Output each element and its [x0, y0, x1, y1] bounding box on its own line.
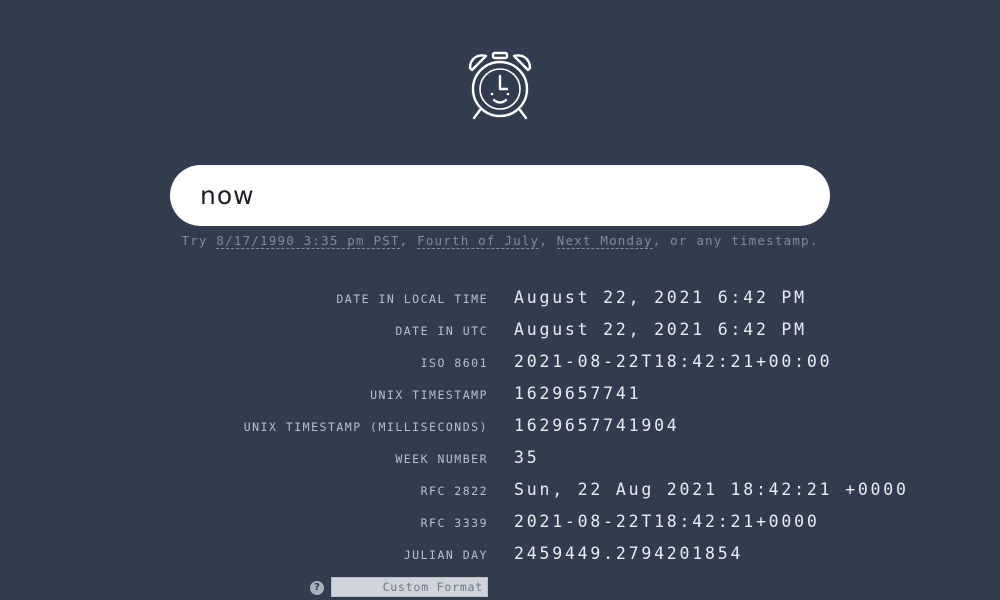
result-row-local-time: Date in local time August 22, 2021 6:42 … [0, 283, 1000, 315]
result-row-rfc-3339: RFC 3339 2021-08-22T18:42:21+0000 [0, 507, 1000, 539]
result-label: Unix Timestamp (milliseconds) [243, 420, 488, 434]
result-value[interactable]: August 22, 2021 6:42 PM [514, 288, 807, 307]
alarm-clock-logo-icon [468, 51, 532, 120]
result-label: Julian Day [403, 548, 488, 562]
result-value[interactable]: 1629657741904 [514, 416, 680, 435]
result-label: RFC 3339 [420, 516, 488, 530]
result-row-unix-timestamp-ms: Unix Timestamp (milliseconds) 1629657741… [0, 411, 1000, 443]
result-label: Date in UTC [395, 324, 488, 338]
result-row-iso-8601: ISO 8601 2021-08-22T18:42:21+00:00 [0, 347, 1000, 379]
example-link-next-monday[interactable]: Next Monday [556, 233, 653, 249]
result-label: Date in local time [336, 292, 488, 306]
result-value[interactable]: 2021-08-22T18:42:21+0000 [514, 512, 820, 531]
result-value[interactable]: 2459449.2794201854 [514, 544, 743, 563]
result-row-utc: Date in UTC August 22, 2021 6:42 PM [0, 315, 1000, 347]
result-row-rfc-2822: RFC 2822 Sun, 22 Aug 2021 18:42:21 +0000 [0, 475, 1000, 507]
date-search-input[interactable] [170, 165, 830, 226]
result-value[interactable]: Sun, 22 Aug 2021 18:42:21 +0000 [514, 480, 909, 499]
result-value[interactable]: 2021-08-22T18:42:21+00:00 [514, 352, 832, 371]
result-row-unix-timestamp: Unix Timestamp 1629657741 [0, 379, 1000, 411]
hint-suffix: , or any timestamp. [652, 233, 819, 248]
example-link-date[interactable]: 8/17/1990 3:35 pm PST [216, 233, 400, 249]
example-link-fourth-of-july[interactable]: Fourth of July [417, 233, 540, 249]
custom-format-row: ? [0, 577, 1000, 598]
hint-text: Try 8/17/1990 3:35 pm PST, Fourth of Jul… [0, 233, 1000, 249]
result-label: Unix Timestamp [370, 388, 488, 402]
hint-separator: , [399, 233, 418, 248]
hint-prefix: Try [181, 233, 217, 248]
result-value[interactable]: 1629657741 [514, 384, 641, 403]
custom-format-input[interactable] [331, 577, 488, 597]
results-list: Date in local time August 22, 2021 6:42 … [0, 283, 1000, 571]
result-row-julian-day: Julian Day 2459449.2794201854 [0, 539, 1000, 571]
result-label: ISO 8601 [420, 356, 488, 370]
result-label: Week Number [395, 452, 488, 466]
result-row-week-number: Week Number 35 [0, 443, 1000, 475]
hint-separator: , [539, 233, 557, 248]
help-icon[interactable]: ? [310, 581, 324, 595]
result-label: RFC 2822 [420, 484, 488, 498]
result-value[interactable]: 35 [514, 448, 539, 467]
result-value[interactable]: August 22, 2021 6:42 PM [514, 320, 807, 339]
